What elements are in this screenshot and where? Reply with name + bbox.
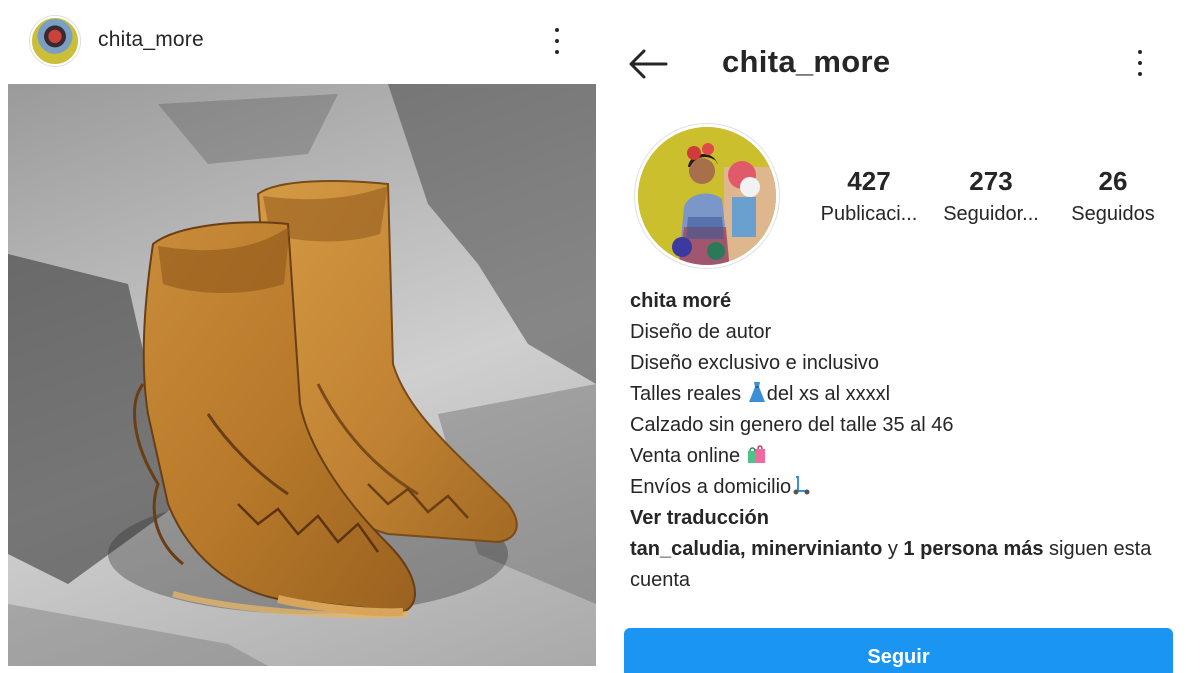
shopping-bags-emoji-icon	[747, 445, 765, 463]
dress-emoji-icon	[748, 382, 765, 402]
see-translation-link[interactable]: Ver traducción	[630, 503, 1180, 534]
profile-bio: chita moré Diseño de autor Diseño exclus…	[630, 286, 1180, 596]
back-arrow-icon[interactable]	[626, 44, 670, 84]
bio-line: Calzado sin genero del talle 35 al 46	[630, 414, 954, 436]
stat-posts-count: 427	[847, 166, 891, 196]
post-panel: chita_more	[0, 0, 604, 673]
post-header: chita_more	[0, 0, 604, 84]
bio-text: Talles reales	[630, 383, 742, 405]
followed-by-names: tan_caludia, minervinianto	[630, 538, 883, 560]
stat-posts-label: Publicaci...	[820, 203, 918, 225]
stat-followers[interactable]: 273 Seguidor...	[931, 166, 1051, 226]
stat-following[interactable]: 26 Seguidos	[1053, 166, 1173, 226]
bio-display-name: chita moré	[630, 290, 732, 312]
profile-username-title: chita_more	[722, 44, 891, 79]
bio-line-shipping: Envíos a domicilio	[630, 472, 1180, 503]
post-author-username[interactable]: chita_more	[98, 28, 204, 52]
bio-text: del xs al xxxxl	[766, 383, 891, 405]
follow-button[interactable]: Seguir	[624, 628, 1173, 673]
post-image[interactable]	[8, 84, 596, 666]
more-options-icon[interactable]	[1131, 46, 1149, 80]
more-options-icon[interactable]	[548, 24, 566, 58]
followed-by-others: 1 persona más	[903, 538, 1044, 560]
post-author-avatar[interactable]	[30, 16, 80, 66]
bio-line: Diseño de autor	[630, 321, 772, 343]
profile-panel: chita_more 427 Publicaci... 273 Seguidor…	[604, 0, 1200, 673]
bio-line-online: Venta online	[630, 441, 1180, 472]
bio-line-sizes: Talles reales del xs al xxxxl	[630, 379, 1180, 410]
bio-line: Diseño exclusivo e inclusivo	[630, 352, 880, 374]
bio-text: Envíos a domicilio	[630, 476, 792, 498]
boots-photo	[8, 84, 596, 666]
profile-avatar[interactable]	[635, 124, 779, 268]
followed-by-note[interactable]: tan_caludia, minervinianto y 1 persona m…	[630, 534, 1180, 596]
followed-by-connector: y	[882, 538, 904, 560]
stat-following-count: 26	[1098, 166, 1128, 196]
kick-scooter-emoji-icon	[793, 476, 810, 495]
bio-text: Venta online	[630, 445, 741, 467]
stat-followers-label: Seguidor...	[943, 203, 1039, 225]
stat-posts[interactable]: 427 Publicaci...	[809, 166, 929, 226]
stat-following-label: Seguidos	[1071, 203, 1155, 225]
profile-stats: 427 Publicaci... 273 Seguidor... 26 Segu…	[809, 166, 1169, 236]
stat-followers-count: 273	[969, 166, 1013, 196]
